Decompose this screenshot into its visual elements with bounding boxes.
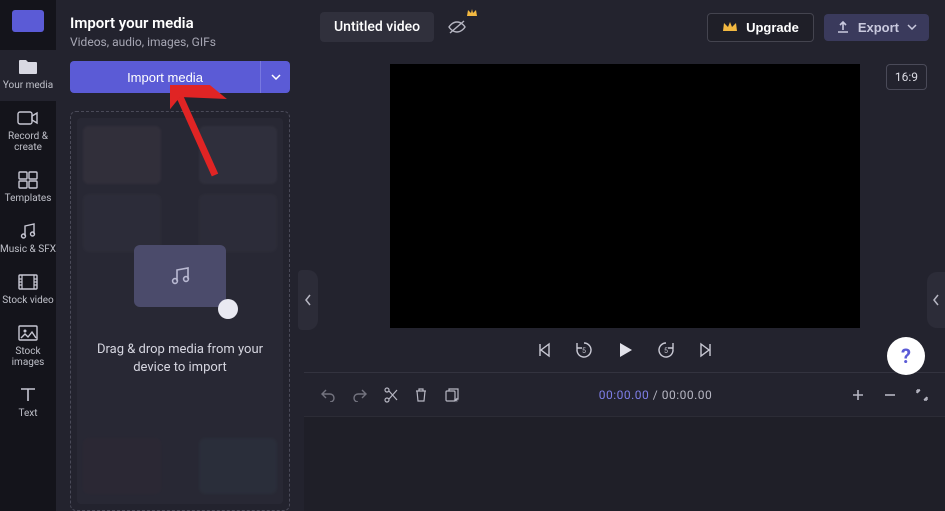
delete-button[interactable] [414, 387, 428, 403]
export-label: Export [858, 20, 899, 35]
svg-text:5: 5 [582, 347, 586, 355]
crown-icon [722, 21, 738, 33]
main-area: Untitled video Upgrade Export 16:9 [304, 0, 945, 511]
forward-5-button[interactable]: 5 [656, 340, 676, 360]
visibility-toggle[interactable] [444, 14, 470, 40]
zoom-out-button[interactable] [883, 388, 897, 402]
upgrade-button[interactable]: Upgrade [707, 13, 814, 42]
rail-item-your-media[interactable]: Your media [0, 50, 56, 101]
transport-controls: 5 5 [304, 328, 945, 372]
play-button[interactable] [616, 341, 634, 359]
rail-item-record-create[interactable]: Record & create [0, 101, 56, 163]
camera-icon [17, 109, 39, 127]
text-icon [17, 386, 39, 404]
rail-item-music-sfx[interactable]: Music & SFX [0, 214, 56, 265]
redo-button[interactable] [352, 388, 368, 402]
export-button[interactable]: Export [824, 14, 929, 41]
help-button[interactable]: ? [887, 337, 925, 375]
premium-badge-icon [466, 8, 478, 18]
right-panel-expand[interactable] [927, 272, 945, 328]
split-button[interactable] [384, 387, 398, 403]
chevron-down-icon [907, 24, 917, 30]
chevron-down-icon [271, 74, 281, 80]
upgrade-label: Upgrade [746, 20, 799, 35]
aspect-ratio-selector[interactable]: 16:9 [886, 64, 927, 90]
rail-label: Stock images [12, 346, 45, 368]
eye-off-icon [447, 19, 467, 35]
timecode-total: 00:00.00 [662, 388, 713, 402]
rail-label: Stock video [2, 295, 54, 306]
help-label: ? [901, 344, 911, 368]
timecode-current: 00:00.00 [599, 388, 650, 402]
filmstrip-icon [17, 273, 39, 291]
rewind-5-button[interactable]: 5 [574, 340, 594, 360]
templates-icon [17, 171, 39, 189]
music-icon [17, 222, 39, 240]
project-title[interactable]: Untitled video [320, 12, 434, 42]
rail-item-stock-images[interactable]: Stock images [0, 316, 56, 378]
import-media-dropdown[interactable] [260, 61, 290, 93]
upload-icon [836, 20, 850, 34]
duplicate-button[interactable] [444, 387, 460, 403]
media-folder-icon [17, 58, 39, 76]
rail-item-templates[interactable]: Templates [0, 163, 56, 214]
timecode-display: 00:00.00 / 00:00.00 [478, 388, 833, 402]
fit-timeline-button[interactable] [915, 388, 929, 402]
rail-item-text[interactable]: Text [0, 378, 56, 429]
undo-button[interactable] [320, 388, 336, 402]
panel-subtitle: Videos, audio, images, GIFs [70, 35, 290, 49]
panel-title: Import your media [70, 14, 290, 32]
media-panel: Import your media Videos, audio, images,… [56, 0, 304, 511]
dropzone-blur-bg [77, 118, 283, 504]
rail-label: Text [18, 408, 37, 419]
dropzone-illustration [134, 245, 226, 307]
music-note-icon [168, 265, 192, 287]
image-icon [17, 324, 39, 342]
left-nav-rail: Your media Record & create Templates Mus… [0, 0, 56, 511]
skip-end-button[interactable] [698, 342, 714, 358]
timeline-track[interactable] [304, 416, 945, 511]
rail-item-stock-video[interactable]: Stock video [0, 265, 56, 316]
media-dropzone[interactable]: Drag & drop media from your device to im… [70, 111, 290, 511]
grab-hand-icon [218, 299, 238, 319]
top-bar: Untitled video Upgrade Export [304, 0, 945, 54]
timeline-toolbar: 00:00.00 / 00:00.00 [304, 372, 945, 416]
rail-label: Templates [5, 193, 52, 204]
rail-label: Music & SFX [0, 244, 56, 255]
zoom-in-button[interactable] [851, 388, 865, 402]
chevron-left-icon [932, 294, 940, 306]
rail-label: Record & create [8, 131, 48, 153]
dropzone-hint: Drag & drop media from your device to im… [71, 341, 289, 377]
app-logo [12, 10, 44, 32]
video-preview-canvas[interactable] [390, 64, 860, 328]
import-media-button[interactable]: Import media [70, 61, 260, 93]
rail-label: Your media [3, 80, 53, 91]
skip-start-button[interactable] [536, 342, 552, 358]
svg-text:5: 5 [664, 347, 668, 355]
